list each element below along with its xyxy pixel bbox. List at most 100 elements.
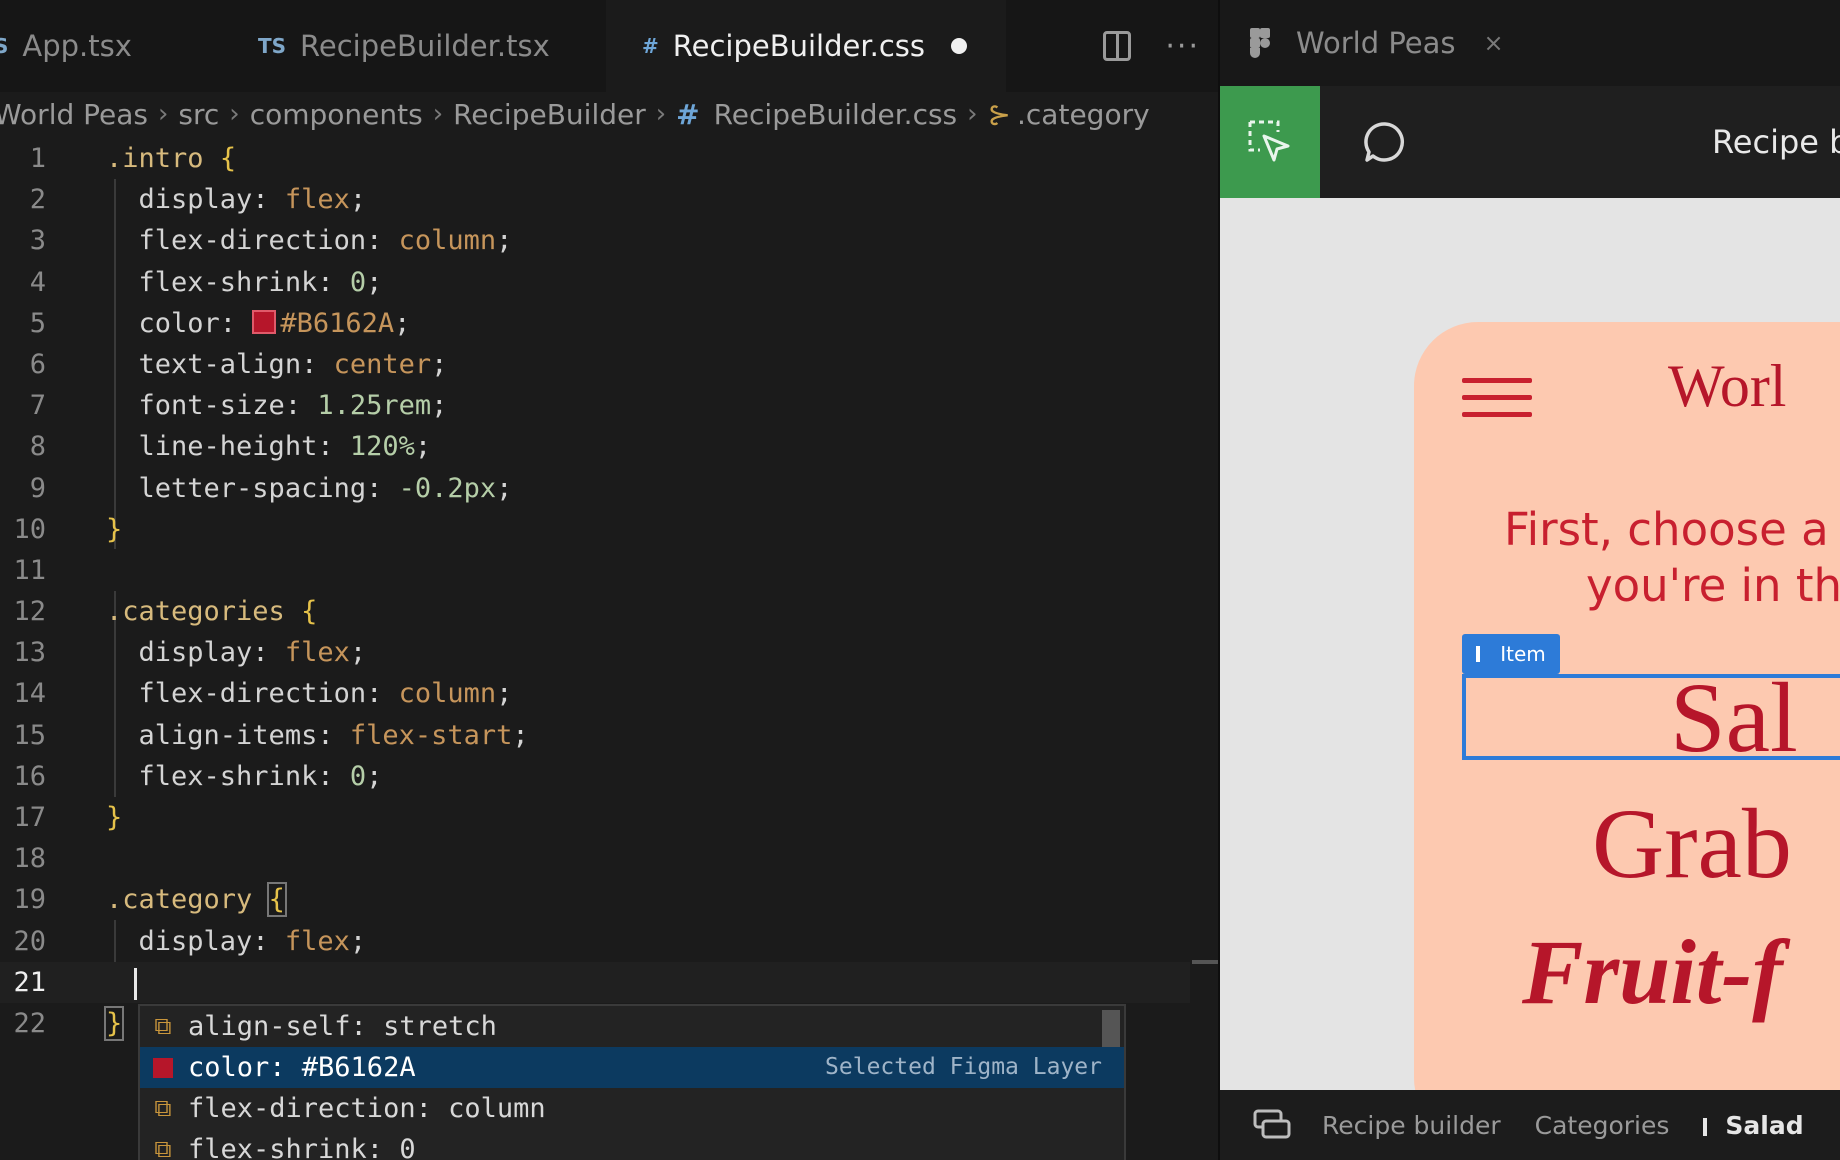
tab-recipebuilder-tsx[interactable]: TS RecipeBuilder.tsx (258, 0, 588, 92)
css-property: color (138, 307, 220, 339)
layer-breadcrumb-item[interactable]: Recipe builder (1322, 1111, 1501, 1140)
breadcrumb: World Peas › src › components › RecipeBu… (0, 92, 1218, 136)
tab-label: RecipeBuilder.tsx (300, 29, 550, 63)
split-editor-icon[interactable] (1103, 31, 1132, 61)
autocomplete-widget: ⧉ align-self: stretch color: #B6162A Sel… (138, 1004, 1126, 1160)
code-line: 19 .category { (0, 879, 1190, 920)
tab-label: World Peas (1296, 26, 1456, 60)
brace: { (219, 143, 237, 174)
intro-line: First, choose a (1504, 503, 1829, 556)
chevron-right-icon: › (655, 99, 667, 129)
suggestion-label: align-self: stretch (188, 1011, 497, 1042)
tab-app-tsx[interactable]: S App.tsx (0, 0, 226, 92)
chevron-right-icon: › (158, 99, 169, 129)
line-number: 1 (29, 143, 46, 174)
tab-recipebuilder-css[interactable]: # RecipeBuilder.css (606, 0, 1006, 92)
unsaved-dot-icon[interactable] (951, 38, 967, 54)
code-line: 13 display: flex; (0, 632, 1190, 673)
brace: } (106, 802, 123, 833)
brace: { (266, 882, 287, 918)
css-property: flex-direction (138, 678, 367, 710)
tab-label: App.tsx (22, 29, 132, 63)
layer-breadcrumb-item[interactable]: Categories (1535, 1111, 1670, 1140)
suggestion-label: color: #B6162A (188, 1052, 416, 1083)
code-line: 14 flex-direction: column; (0, 673, 1190, 714)
code-line: 8 line-height: 120%; (0, 426, 1190, 467)
breadcrumb-item[interactable]: .category (1017, 98, 1150, 131)
suggestion-item[interactable]: ⧉ align-self: stretch (140, 1006, 1124, 1047)
typescript-file-icon: TS (258, 34, 287, 58)
code-line: 18 (0, 838, 1190, 879)
code-line: 15 align-items: flex-start; (0, 715, 1190, 756)
css-property: line-height (138, 431, 318, 463)
css-property: letter-spacing (138, 472, 367, 504)
line-number: 4 (29, 266, 46, 298)
css-property: flex-shrink (138, 266, 318, 298)
property-icon: ⧉ (154, 1012, 172, 1040)
breadcrumb-item[interactable]: RecipeBuilder.css (714, 98, 958, 131)
css-value: 0 (349, 266, 367, 298)
css-value: 120% (349, 431, 415, 463)
design-frame[interactable]: Worl First, choose a you're in th Item S… (1414, 322, 1840, 1090)
css-property: display (138, 637, 253, 669)
code-line: 4 flex-shrink: 0; (0, 262, 1190, 303)
editor-sash[interactable] (1192, 960, 1218, 964)
chevron-right-icon: › (432, 99, 444, 129)
tab-world-peas[interactable]: World Peas × (1220, 0, 1840, 86)
code-line: 1 .intro { (0, 138, 1190, 179)
breadcrumb-item[interactable]: components (250, 98, 423, 131)
line-number: 17 (13, 802, 46, 833)
suggestion-item[interactable]: ⧉ flex-direction: column (140, 1088, 1124, 1129)
more-actions-icon[interactable]: ··· (1165, 29, 1200, 64)
figma-canvas[interactable]: Worl First, choose a you're in th Item S… (1220, 198, 1840, 1090)
category-item[interactable]: Fruit-f (1522, 922, 1783, 1022)
css-selector: .intro (106, 143, 204, 174)
css-selector: .categories (106, 596, 285, 628)
category-item[interactable]: Sal (1670, 668, 1798, 768)
code-line-current[interactable]: 21 (0, 961, 1190, 1003)
line-number: 22 (13, 1007, 46, 1039)
layer-badge-label: Item (1500, 642, 1546, 666)
code-line: 10} (0, 509, 1190, 550)
css-value: flex (284, 184, 350, 216)
css-value: -0.2px (398, 472, 497, 504)
layer-breadcrumb-current[interactable]: Salad (1703, 1111, 1804, 1140)
layers-icon[interactable] (1252, 1108, 1292, 1142)
breadcrumb-item[interactable]: World Peas (0, 98, 148, 131)
code-line: 5 color: #B6162A; (0, 303, 1190, 344)
line-number: 8 (29, 431, 46, 463)
suggestion-label: flex-direction: column (188, 1093, 546, 1124)
hamburger-menu-icon[interactable] (1462, 378, 1532, 429)
close-icon[interactable]: × (1484, 29, 1504, 57)
line-number: 20 (13, 925, 46, 957)
category-item[interactable]: Grab (1592, 794, 1792, 894)
property-icon: ⧉ (154, 1135, 172, 1160)
line-number: 10 (13, 513, 46, 545)
code-editor: S App.tsx TS RecipeBuilder.tsx # RecipeB… (0, 0, 1218, 1160)
suggestion-item[interactable]: ⧉ flex-shrink: 0 (140, 1129, 1124, 1160)
text-cursor (134, 967, 137, 1000)
color-swatch-icon[interactable] (252, 309, 277, 334)
line-number: 12 (13, 596, 46, 628)
comment-button[interactable] (1340, 86, 1430, 198)
code-line: 17} (0, 797, 1190, 838)
code-line: 11 (0, 550, 1190, 591)
css-property: font-size (138, 390, 285, 422)
select-layer-button[interactable] (1220, 86, 1320, 198)
color-swatch-icon (148, 1053, 178, 1083)
tsx-file-icon: S (0, 34, 9, 58)
code-area[interactable]: 1 .intro { 2 display: flex; 3 flex-direct… (0, 138, 1190, 1044)
css-property: text-align (138, 348, 302, 380)
css-property: align-items (138, 719, 318, 751)
css-value: flex (284, 637, 350, 669)
code-line: 12 .categories { (0, 591, 1190, 632)
breadcrumb-item[interactable]: RecipeBuilder (453, 98, 646, 131)
figma-icon (1250, 28, 1270, 58)
css-file-icon: # (676, 97, 700, 131)
suggestion-item-selected[interactable]: color: #B6162A Selected Figma Layer (140, 1047, 1124, 1088)
css-value: flex (284, 925, 350, 957)
line-number: 14 (13, 678, 46, 710)
chevron-right-icon: › (967, 99, 978, 129)
breadcrumb-item[interactable]: src (178, 98, 219, 131)
line-number: 2 (29, 184, 46, 216)
